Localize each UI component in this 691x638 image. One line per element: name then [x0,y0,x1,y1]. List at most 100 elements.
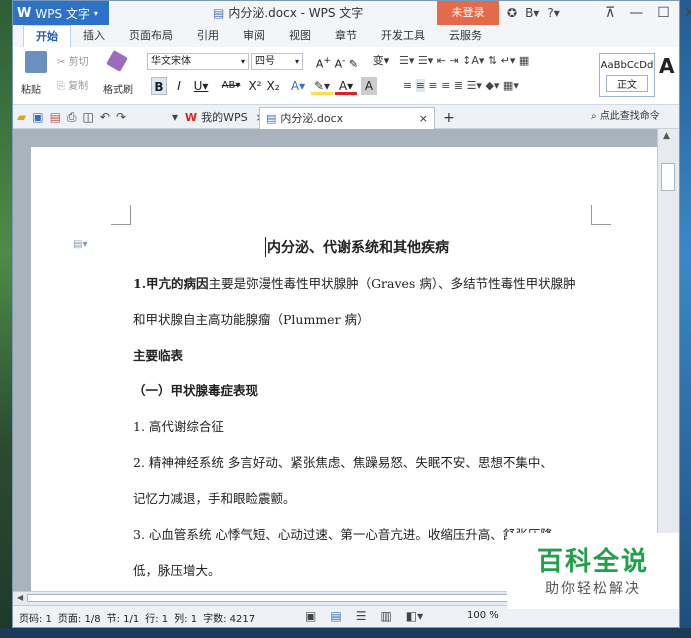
print-icon[interactable]: ⎙ [67,110,77,125]
italic-button[interactable]: I [171,77,187,95]
zoom-level[interactable]: 100 % [467,610,499,621]
taskbar [0,628,691,638]
font-size-select[interactable]: 四号 ▾ [251,53,303,70]
view-mode-buttons: ▣ ▤ ☰ ▥ ◧▾ [305,609,423,623]
status-info: 页码: 1 页面: 1/8 节: 1/1 行: 1 列: 1 字数: 4217 [19,610,255,625]
highlight-button[interactable]: ✎▾ [311,77,333,95]
wps-logo-icon: W [17,5,32,21]
paste-label: 粘贴 [21,85,41,96]
feedback-icon[interactable]: B▾ [525,6,539,20]
login-button[interactable]: 未登录 [437,1,499,25]
font-color-button[interactable]: A▾ [335,77,357,95]
doc-list-item-1: 1. 高代谢综合征 [133,419,224,434]
font-name-value: 华文宋体 [151,56,191,67]
tab-cloud[interactable]: 云服务 [437,25,494,47]
reading-view-icon[interactable]: ▥ [380,609,391,623]
customize-qat-icon[interactable]: ▾ [172,110,178,124]
horizontal-scroll-thumb[interactable] [27,594,587,602]
cut-label: 剪切 [68,57,89,68]
doc-paragraph-1-line2: 和甲状腺自主高功能腺瘤（Plummer 病） [133,312,370,327]
copy-button[interactable]: ⎘ 复制 [57,77,88,92]
tab-review[interactable]: 审阅 [231,25,277,47]
skin-icon[interactable]: ✪ [507,6,517,20]
status-word-count[interactable]: 字数: 4217 [203,610,255,625]
format-painter-button[interactable]: 格式刷 [103,50,133,96]
phonetic-button[interactable]: 变▾ [369,52,393,70]
new-tab-button[interactable]: + [437,107,461,129]
paragraph-tools-row1[interactable]: ☰▾ ☰▾ ⇤ ⇥ ↕A▾ ⇅ ↵▾ ▦ [399,52,589,70]
wps-window: W WPS 文字 ▾ ▤ 内分泌.docx - WPS 文字 未登录 ✪ B▾ … [12,0,691,628]
paragraph-menu-icon[interactable]: ▤▾ [73,239,87,250]
undo-icon[interactable]: ↶ [100,110,110,124]
strikethrough-button[interactable]: AB▾ [217,77,245,95]
paste-button[interactable]: 粘贴 [21,51,47,96]
alignment-tools-row2[interactable]: ≡ ≡ ≡ ≡ ≣ ☰▾ ◆▾ ▦▾ [403,77,593,95]
tab-document-label: 内分泌.docx [280,111,344,125]
doc-title: 内分泌、代谢系统和其他疾病 [265,237,449,257]
doc-list-item-2: 2. 精神神经系统 多言好动、紧张焦虑、焦躁易怒、失眠不安、思想不集中、 [133,455,553,470]
superscript-button[interactable]: X² [247,77,263,95]
close-icon[interactable]: × [419,109,428,129]
open-folder-icon[interactable]: ▰ [17,110,26,124]
style-more-icon[interactable]: A [659,56,674,76]
redo-icon[interactable]: ↷ [116,110,126,124]
help-button[interactable]: ?▾ [547,6,559,20]
window-title-text: 内分泌.docx - WPS 文字 [228,6,364,20]
font-grow-shrink-buttons[interactable]: A+ A- ✎ [307,52,367,71]
tab-references[interactable]: 引用 [185,25,231,47]
status-col: 列: 1 [174,614,198,625]
title-tools: ✪ B▾ ?▾ [507,1,560,25]
window-controls: ⊼ — ☐ ✕ [605,1,691,25]
quick-access-icons: ▰ ▣ ▤ ⎙ ◫ ↶ ↷ ▾ [17,105,178,129]
export-pdf-icon[interactable]: ▤ [50,110,61,124]
font-name-select[interactable]: 华文宋体 ▾ [147,53,249,70]
doc-heading-main-symptoms: 主要临表 [133,348,184,363]
web-view-icon[interactable]: ◧▾ [406,609,423,623]
minimize-icon[interactable]: — [629,5,643,21]
command-search-label: 点此查找命令 [599,111,660,122]
tab-view[interactable]: 视图 [277,25,323,47]
wps-logo-icon: W [185,111,198,124]
style-sample: AaBbCcDd [600,60,654,71]
brush-icon [106,50,128,72]
vertical-scrollbar[interactable]: ▲ ▼ [657,129,679,591]
tab-my-wps[interactable]: W 我的WPS × [179,107,271,129]
char-shading-button[interactable]: A [361,77,377,95]
tab-document[interactable]: ▤ 内分泌.docx × [259,107,435,129]
tab-chapter[interactable]: 章节 [323,25,369,47]
margin-mark-tr [591,205,611,225]
status-page[interactable]: 页面: 1/8 [58,610,101,625]
maximize-icon[interactable]: ☐ [657,5,670,21]
save-icon[interactable]: ▣ [32,110,43,124]
print-preview-icon[interactable]: ◫ [83,110,94,124]
vertical-scroll-thumb[interactable] [661,163,675,191]
document-page[interactable]: ▤▾ 内分泌、代谢系统和其他疾病 1.甲亢的病因主要是弥漫性毒性甲状腺肿（Gra… [31,147,659,597]
text-effect-button[interactable]: A▾ [287,77,309,95]
command-search[interactable]: ⌕ 点此查找命令 [591,105,660,129]
page-view-icon[interactable]: ▤ [330,609,341,623]
margin-mark-tl [111,205,131,225]
tab-insert[interactable]: 插入 [71,25,117,47]
window-title: ▤ 内分泌.docx - WPS 文字 [213,1,363,25]
close-icon[interactable]: ✕ [684,5,691,21]
subscript-button[interactable]: X₂ [265,77,281,95]
ribbon-start: 粘贴 ✂ 剪切 ⎘ 复制 格式刷 华文宋体 ▾ 四号 ▾ A+ A- ✎ 变▾ B … [13,47,679,105]
watermark-logo: 百科全说 助你轻松解决 [507,533,679,609]
bold-button[interactable]: B [151,77,167,95]
full-screen-icon[interactable]: ▣ [305,609,316,623]
tab-page-layout[interactable]: 页面布局 [117,25,185,47]
app-menu-button[interactable]: W WPS 文字 ▾ [13,1,109,25]
style-name: 正文 [606,75,648,92]
scroll-up-icon[interactable]: ▲ [663,131,670,141]
watermark-main: 百科全说 [536,547,649,577]
tab-developer[interactable]: 开发工具 [369,25,437,47]
style-normal[interactable]: AaBbCcDd 正文 [599,53,655,97]
restore-ribbon-icon[interactable]: ⊼ [605,5,615,21]
cut-button[interactable]: ✂ 剪切 [57,53,89,68]
tab-start[interactable]: 开始 [23,25,71,47]
app-name: WPS 文字 [35,6,90,21]
scroll-left-icon[interactable]: ◀ [17,593,23,602]
underline-button[interactable]: U▾ [189,77,213,95]
document-icon: ▤ [266,111,277,125]
outline-view-icon[interactable]: ☰ [356,609,367,623]
